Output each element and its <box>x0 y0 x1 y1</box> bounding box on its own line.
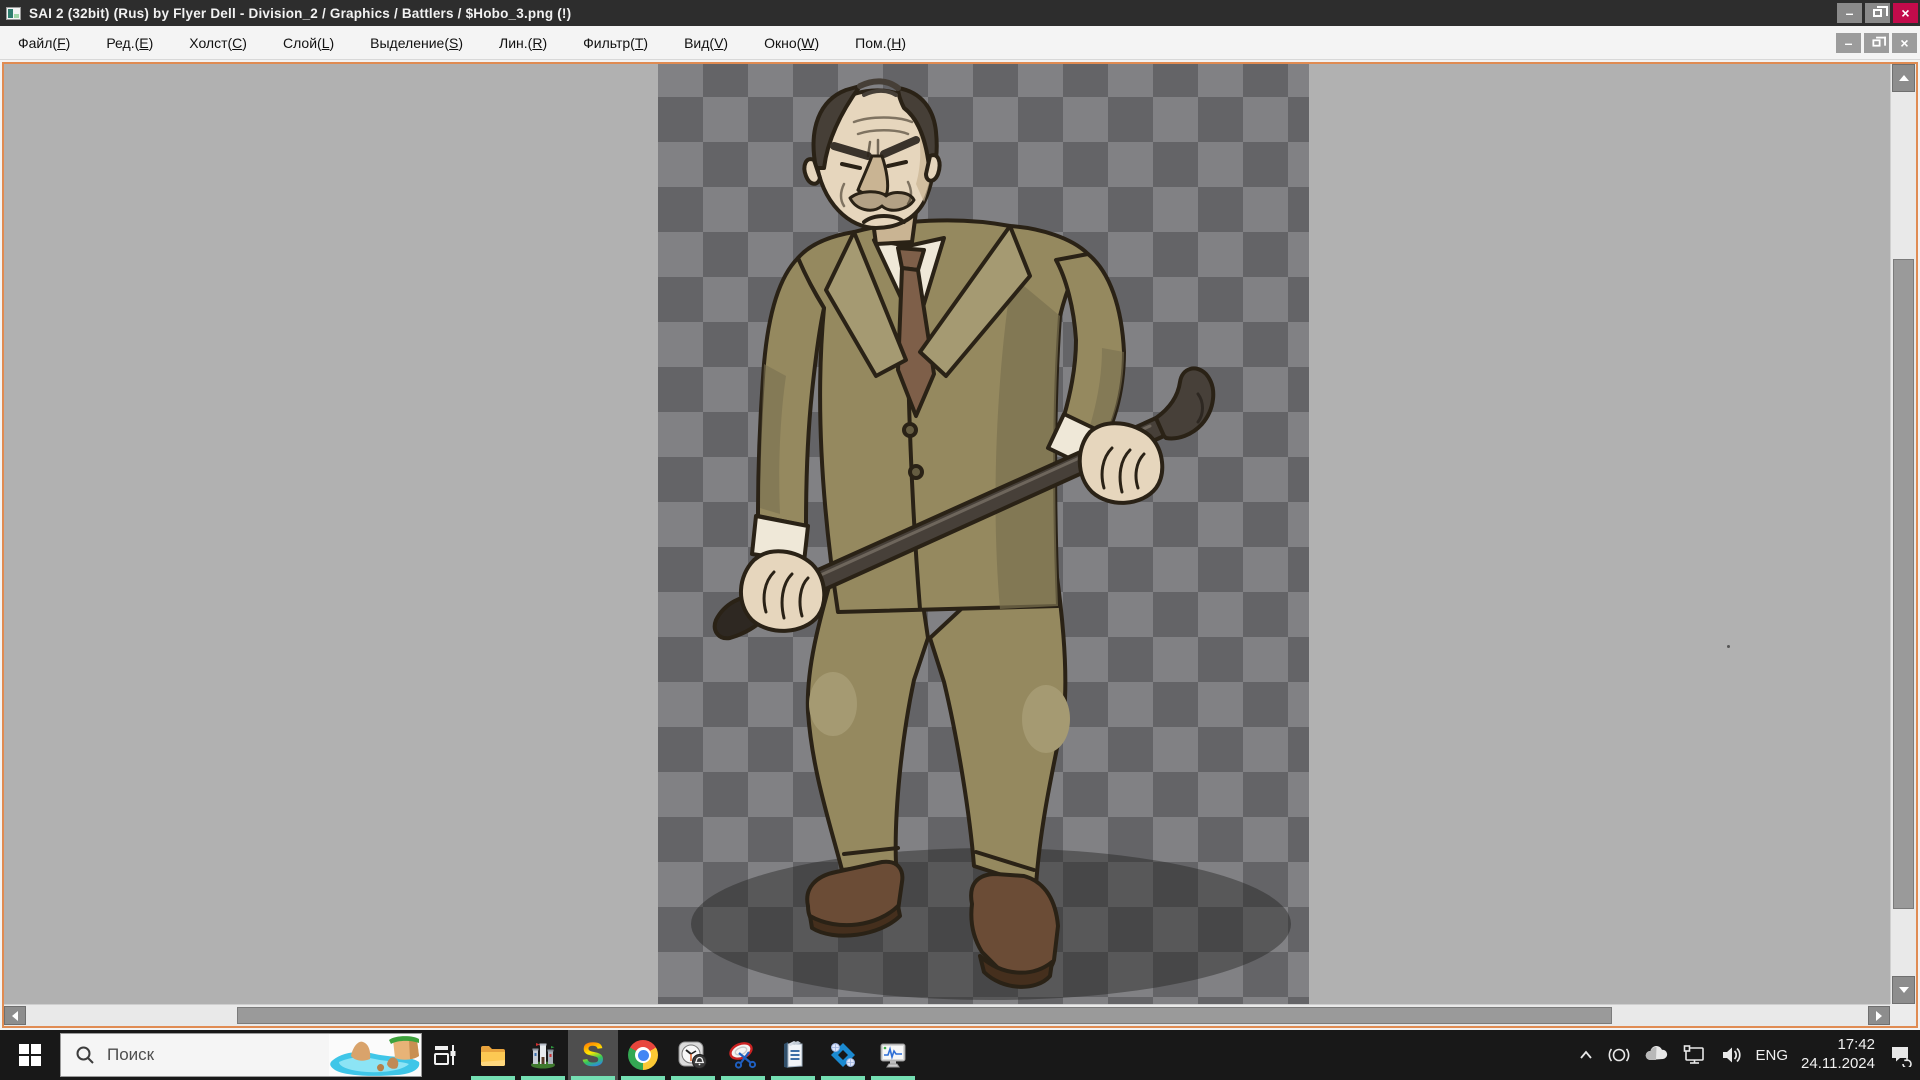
taskbar-app-blue-diamond[interactable] <box>818 1030 868 1080</box>
menu-edit[interactable]: Ред.(E) <box>88 29 171 57</box>
close-icon: × <box>1901 6 1909 20</box>
taskbar-app-snipping-dish[interactable] <box>718 1030 768 1080</box>
menu-bar: Файл(F) Ред.(E) Холст(C) Слой(L) Выделен… <box>0 26 1920 60</box>
onedrive-icon[interactable] <box>1643 1042 1669 1068</box>
arrow-down-icon <box>1899 987 1909 993</box>
alarm-clock-icon <box>677 1039 709 1071</box>
search-box[interactable] <box>60 1033 422 1077</box>
taskbar-app-game-castle[interactable] <box>518 1030 568 1080</box>
game-castle-icon <box>528 1040 558 1070</box>
mdi-window-controls: – × <box>1836 33 1920 53</box>
running-indicator <box>821 1076 865 1080</box>
menu-ruler[interactable]: Лин.(R) <box>481 29 565 57</box>
system-monitor-icon <box>878 1040 908 1070</box>
running-indicator <box>471 1076 515 1080</box>
mdi-close-icon: × <box>1900 36 1908 50</box>
mdi-minimize-button[interactable]: – <box>1836 33 1861 53</box>
taskbar-app-sai2[interactable]: S <box>568 1030 618 1080</box>
running-indicator <box>621 1076 665 1080</box>
clock-date[interactable]: 17:42 24.11.2024 <box>1801 1036 1875 1074</box>
arrow-right-icon <box>1876 1011 1882 1021</box>
tray-date: 24.11.2024 <box>1801 1055 1875 1074</box>
scroll-up-button[interactable] <box>1892 64 1915 92</box>
blue-diamond-icon <box>828 1040 858 1070</box>
character-artwork <box>658 64 1309 1002</box>
running-indicator <box>771 1076 815 1080</box>
title-bar[interactable]: SAI 2 (32bit) (Rus) by Flyer Dell - Divi… <box>0 0 1920 26</box>
taskbar-app-text-editor[interactable] <box>768 1030 818 1080</box>
action-center-icon[interactable] <box>1888 1043 1912 1067</box>
taskbar-app-alarm-clock[interactable] <box>668 1030 718 1080</box>
mdi-close-button[interactable]: × <box>1892 33 1917 53</box>
scroll-down-button[interactable] <box>1892 976 1915 1004</box>
vertical-scrollbar[interactable] <box>1890 64 1916 1004</box>
search-icon <box>75 1045 95 1065</box>
image-transparency-checker[interactable] <box>658 64 1309 1004</box>
arrow-left-icon <box>12 1011 18 1021</box>
minimize-button[interactable]: – <box>1837 3 1862 23</box>
canvas-border <box>2 62 1918 1028</box>
chrome-icon <box>628 1040 658 1070</box>
system-tray: ENG 17:42 24.11.2024 <box>1577 1036 1920 1074</box>
taskbar-app-chrome[interactable] <box>618 1030 668 1080</box>
running-indicator <box>871 1076 915 1080</box>
restore-icon <box>1873 9 1882 17</box>
restore-button[interactable] <box>1865 3 1890 23</box>
taskbar: S <box>0 1030 1920 1080</box>
menu-view[interactable]: Вид(V) <box>666 29 746 57</box>
running-indicator <box>521 1076 565 1080</box>
snipping-dish-icon <box>727 1039 759 1071</box>
vertical-scrollbar-thumb[interactable] <box>1893 259 1914 909</box>
minimize-icon: – <box>1846 6 1854 20</box>
running-indicator <box>571 1076 615 1080</box>
running-indicator <box>721 1076 765 1080</box>
scrollbar-corner <box>1890 1004 1916 1026</box>
scroll-left-button[interactable] <box>4 1006 26 1025</box>
volume-icon[interactable] <box>1719 1043 1743 1067</box>
horizontal-scrollbar[interactable] <box>4 1004 1890 1026</box>
scroll-right-button[interactable] <box>1868 1006 1890 1025</box>
head <box>804 81 939 228</box>
language-indicator[interactable]: ENG <box>1756 1047 1789 1064</box>
tray-time: 17:42 <box>1801 1036 1875 1055</box>
search-input[interactable] <box>107 1045 317 1065</box>
app-icon <box>6 7 21 20</box>
window-title: SAI 2 (32bit) (Rus) by Flyer Dell - Divi… <box>29 6 571 21</box>
canvas-viewport[interactable] <box>4 64 1890 1004</box>
task-view-button[interactable] <box>422 1030 468 1080</box>
windows-logo-icon <box>19 1044 41 1066</box>
right-shoe <box>971 874 1058 987</box>
horizontal-scrollbar-thumb[interactable] <box>237 1007 1612 1024</box>
stray-pixel-dot <box>1727 645 1730 648</box>
taskbar-app-system-monitor[interactable] <box>868 1030 918 1080</box>
menu-file[interactable]: Файл(F) <box>0 29 88 57</box>
file-explorer-icon <box>478 1040 508 1070</box>
window-controls: – × <box>1837 3 1920 23</box>
sai2-icon: S <box>582 1038 605 1072</box>
arrow-up-icon <box>1899 75 1909 81</box>
menu-layer[interactable]: Слой(L) <box>265 29 352 57</box>
task-view-icon <box>432 1042 458 1068</box>
taskbar-app-file-explorer[interactable] <box>468 1030 518 1080</box>
network-icon[interactable] <box>1682 1043 1706 1067</box>
menu-window[interactable]: Окно(W) <box>746 29 837 57</box>
menu-help[interactable]: Пом.(H) <box>837 29 924 57</box>
mdi-minimize-icon: – <box>1845 36 1853 50</box>
menu-filter[interactable]: Фильтр(T) <box>565 29 666 57</box>
close-button[interactable]: × <box>1893 3 1918 23</box>
running-indicator <box>671 1076 715 1080</box>
mdi-restore-button[interactable] <box>1864 33 1889 53</box>
search-highlight-island-image[interactable] <box>329 1034 421 1076</box>
meet-now-icon[interactable] <box>1608 1044 1630 1066</box>
canvas-frame <box>0 60 1920 1030</box>
menu-selection[interactable]: Выделение(S) <box>352 29 481 57</box>
mdi-restore-icon <box>1872 39 1880 46</box>
menu-canvas[interactable]: Холст(C) <box>171 29 265 57</box>
hidden-icons-chevron[interactable] <box>1577 1046 1595 1064</box>
start-button[interactable] <box>0 1030 60 1080</box>
text-editor-icon <box>778 1040 808 1070</box>
